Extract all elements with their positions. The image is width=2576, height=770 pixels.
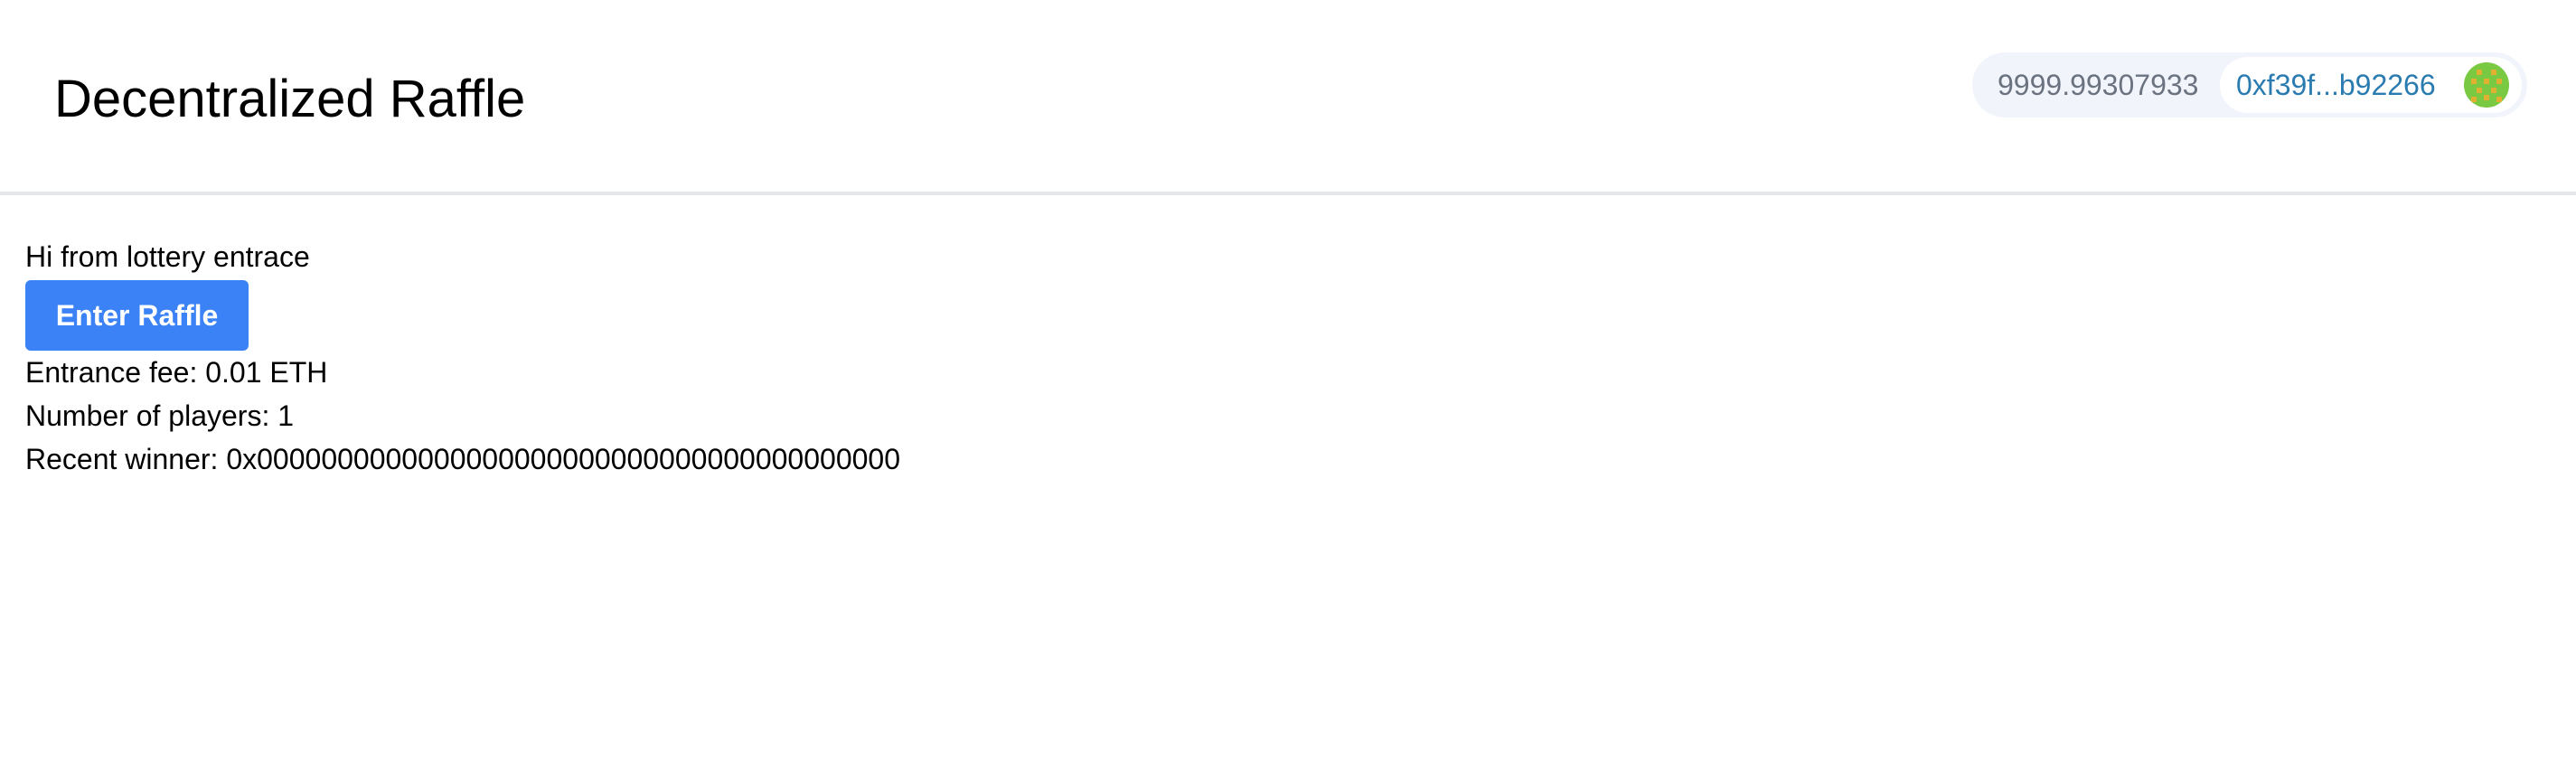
identicon-avatar-icon xyxy=(2464,62,2509,108)
recent-winner-text: Recent winner: 0x00000000000000000000000… xyxy=(25,443,900,475)
wallet-address: 0xf39f...b92266 xyxy=(2236,69,2436,101)
raffle-panel: Hi from lottery entrace Enter Raffle Ent… xyxy=(25,237,900,481)
header: Decentralized Raffle 9999.99307933 0xf39… xyxy=(0,0,2576,195)
app-title: Decentralized Raffle xyxy=(54,70,526,128)
wallet-connect-widget[interactable]: 9999.99307933 0xf39f...b92266 xyxy=(1972,52,2527,117)
enter-raffle-button[interactable]: Enter Raffle xyxy=(25,280,249,351)
entrance-fee-text: Entrance fee: 0.01 ETH xyxy=(25,356,328,389)
greeting-text: Hi from lottery entrace xyxy=(25,240,310,273)
wallet-account-button[interactable]: 0xf39f...b92266 xyxy=(2220,57,2522,113)
number-of-players-text: Number of players: 1 xyxy=(25,399,295,432)
wallet-balance: 9999.99307933 xyxy=(1998,69,2199,101)
